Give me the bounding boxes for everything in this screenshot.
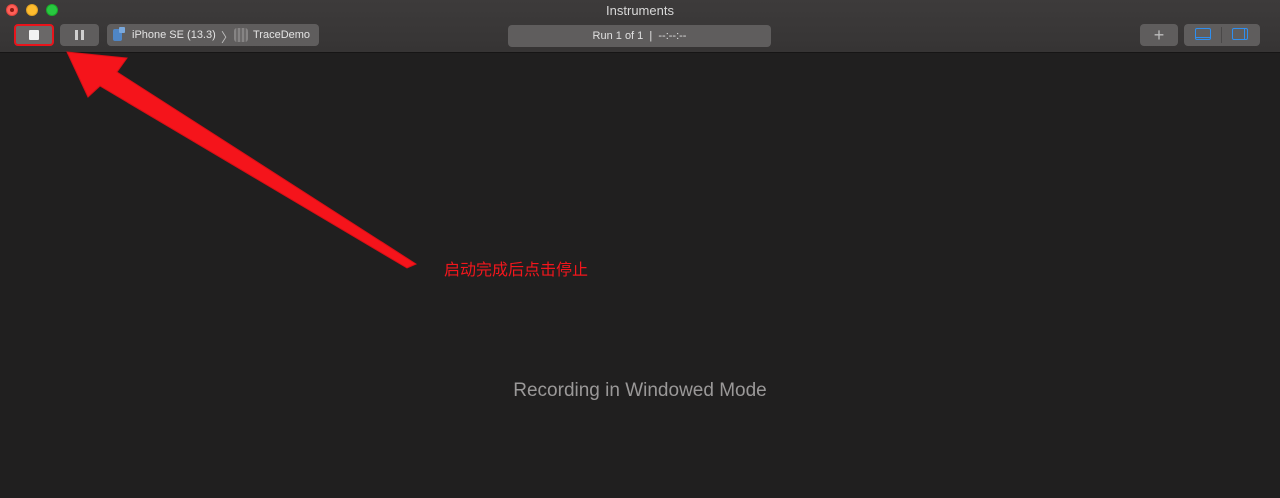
annotation-arrow — [66, 51, 418, 269]
instruments-window: Instruments iPhone SE (13.3) 〉 TraceDemo… — [0, 0, 1280, 498]
recording-mode-message: Recording in Windowed Mode — [513, 380, 767, 401]
annotation-text: 启动完成后点击停止 — [444, 260, 589, 279]
annotation-arrow-shape — [66, 51, 418, 269]
